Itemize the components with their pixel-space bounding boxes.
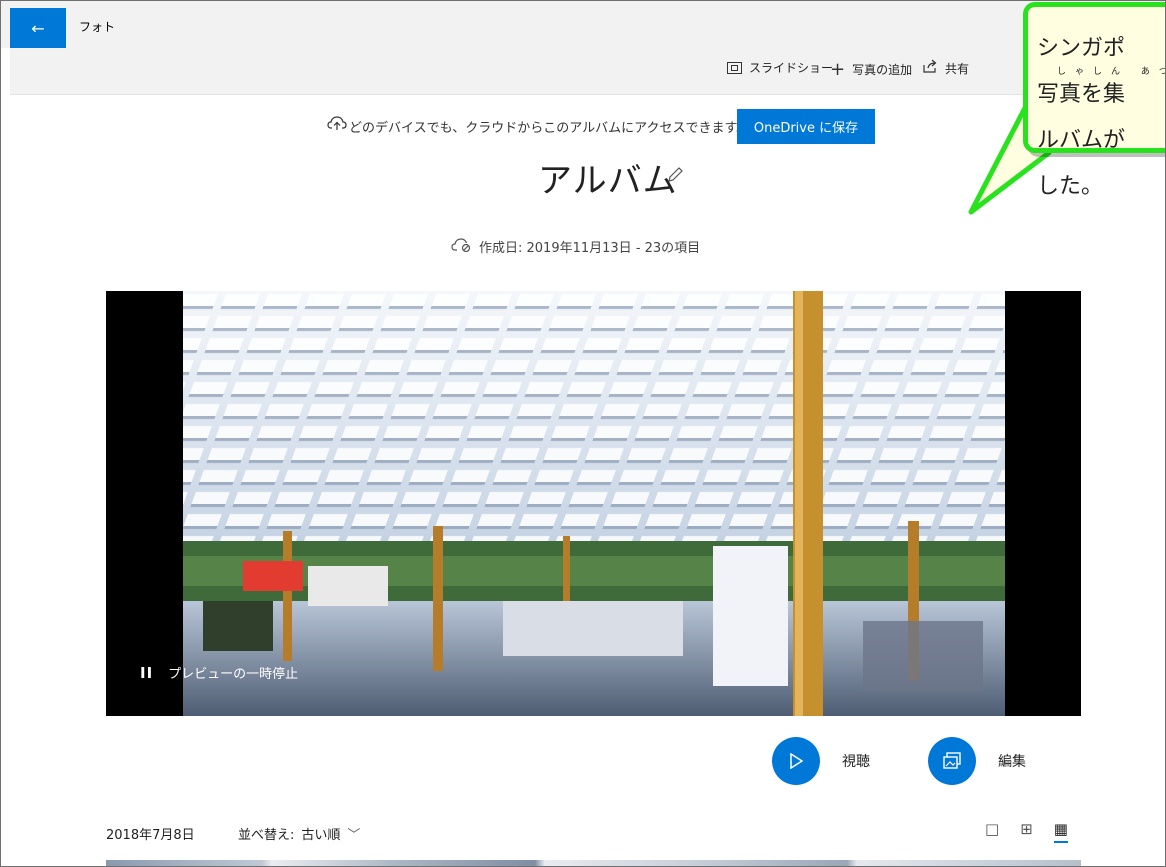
- back-button[interactable]: ←: [10, 8, 66, 48]
- share-label: 共有: [945, 61, 970, 76]
- slideshow-label: スライドショー: [749, 61, 834, 75]
- pause-icon: II: [140, 663, 154, 682]
- callout-ruby: しゃしん あつ: [1057, 67, 1166, 77]
- toolbar: スライドショー + 写真の追加 共有: [10, 48, 1166, 95]
- slideshow-button[interactable]: スライドショー: [727, 59, 833, 76]
- title-bar: ← フォト: [0, 0, 1166, 48]
- pencil-icon[interactable]: [666, 166, 684, 189]
- callout-line-2: 写真を集: [1037, 82, 1126, 107]
- save-to-onedrive-button[interactable]: OneDrive に保存: [737, 109, 875, 144]
- album-title[interactable]: アルバム: [538, 153, 678, 202]
- pause-label: プレビューの一時停止: [168, 667, 299, 682]
- sort-dropdown[interactable]: 並べ替え: 古い順 ﹀: [238, 824, 360, 843]
- edit-video-icon: [928, 737, 976, 785]
- album-meta-text: 作成日: 2019年11月13日 - 23の項目: [479, 241, 701, 256]
- add-photos-label: 写真の追加: [852, 63, 913, 77]
- album-meta: 作成日: 2019年11月13日 - 23の項目: [451, 237, 700, 256]
- cloud-upload-icon: [327, 115, 347, 135]
- back-arrow-icon: ←: [31, 18, 45, 38]
- callout-text: シンガポ 写真を集 ルバムが した。: [1037, 26, 1125, 210]
- watch-label: 視聴: [842, 754, 870, 770]
- callout-line-4: した。: [1037, 174, 1104, 199]
- sort-label: 並べ替え:: [238, 828, 295, 843]
- thumbnail-strip[interactable]: [106, 860, 1081, 867]
- preview-image: [183, 291, 1005, 716]
- group-date: 2018年7月8日: [106, 828, 195, 843]
- add-photos-button[interactable]: + 写真の追加: [830, 59, 912, 80]
- chevron-down-icon: ﹀: [347, 828, 361, 843]
- view-size-toggle: □ ⊞ ▦: [985, 820, 1068, 843]
- watch-button[interactable]: 視聴: [772, 737, 870, 785]
- plus-icon: +: [830, 59, 846, 80]
- app-title: フォト: [79, 20, 116, 34]
- edit-button[interactable]: 編集: [928, 737, 1026, 785]
- edit-label: 編集: [998, 754, 1026, 770]
- share-icon: [923, 59, 938, 77]
- callout-line-3: ルバムが: [1037, 128, 1126, 153]
- cloud-banner-text: どのデバイスでも、クラウドからこのアルバムにアクセスできます。: [349, 121, 750, 136]
- sort-value: 古い順: [301, 828, 341, 843]
- preview-video[interactable]: II プレビューの一時停止: [106, 291, 1081, 716]
- play-icon: [772, 737, 820, 785]
- share-button[interactable]: 共有: [923, 59, 969, 77]
- cloud-off-icon: [451, 237, 471, 256]
- view-large-icon[interactable]: □: [985, 820, 999, 843]
- view-small-icon[interactable]: ▦: [1053, 820, 1068, 843]
- view-medium-icon[interactable]: ⊞: [1020, 820, 1033, 843]
- pause-preview-button[interactable]: II プレビューの一時停止: [140, 663, 299, 683]
- slideshow-icon: [727, 61, 742, 74]
